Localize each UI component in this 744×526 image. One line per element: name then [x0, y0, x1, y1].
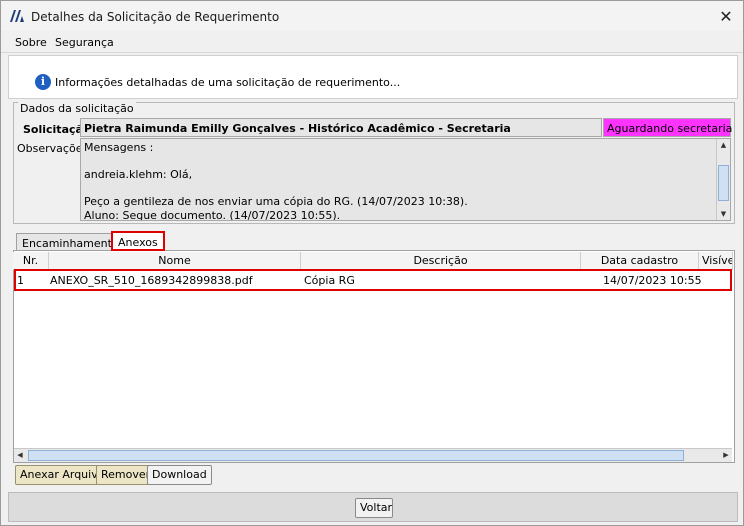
cell-data-cadastro: 14/07/2023 10:55	[603, 274, 702, 287]
observacoes-textarea[interactable]: Mensagens : andreia.klehm: Olá, Peço a g…	[80, 138, 731, 221]
solicitacao-field: Pietra Raimunda Emilly Gonçalves - Histó…	[80, 118, 602, 137]
scroll-down-icon[interactable]: ▼	[717, 208, 730, 220]
info-text: Informações detalhadas de uma solicitaçã…	[55, 76, 401, 89]
dados-legend: Dados da solicitação	[18, 102, 136, 115]
table-row[interactable]: 1 ANEXO_SR_510_1689342899838.pdf Cópia R…	[14, 269, 732, 291]
status-badge: Aguardando secretaria	[603, 118, 732, 137]
column-header-nome[interactable]: Nome	[49, 252, 301, 270]
menu-item-seguranca[interactable]: Segurança	[55, 36, 114, 49]
title-bar: Detalhes da Solicitação de Requerimento …	[1, 1, 743, 31]
cell-nome: ANEXO_SR_510_1689342899838.pdf	[50, 274, 253, 287]
column-header-visivel[interactable]: Visível	[699, 252, 733, 270]
window-title: Detalhes da Solicitação de Requerimento	[31, 10, 280, 24]
scroll-left-icon[interactable]: ◀	[14, 449, 26, 462]
window: Detalhes da Solicitação de Requerimento …	[0, 0, 744, 526]
close-icon[interactable]: ✕	[715, 5, 737, 27]
cell-descricao: Cópia RG	[304, 274, 355, 287]
scroll-thumb[interactable]	[28, 450, 684, 461]
tab-anexos[interactable]: Anexos	[111, 231, 165, 251]
observacoes-vertical-scrollbar[interactable]: ▲ ▼	[716, 139, 730, 220]
column-header-descricao[interactable]: Descrição	[301, 252, 581, 270]
menu-item-sobre[interactable]: Sobre	[15, 36, 47, 49]
table-horizontal-scrollbar[interactable]: ◀ ▶	[14, 448, 732, 462]
voltar-button[interactable]: Voltar	[355, 498, 393, 518]
scroll-up-icon[interactable]: ▲	[717, 139, 730, 151]
info-header: i Informações detalhadas de uma solicita…	[8, 55, 738, 99]
cell-nr: 1	[17, 274, 24, 287]
column-header-data-cadastro[interactable]: Data cadastro	[581, 252, 699, 270]
scroll-thumb[interactable]	[718, 165, 729, 201]
table-header: Nr. Nome Descrição Data cadastro Visível	[13, 252, 733, 270]
download-button[interactable]: Download	[147, 465, 212, 485]
menu-bar: Sobre Segurança	[1, 31, 743, 53]
column-header-nr[interactable]: Nr.	[13, 252, 49, 270]
observacoes-text: Mensagens : andreia.klehm: Olá, Peço a g…	[84, 141, 468, 221]
info-icon: i	[35, 74, 51, 90]
app-logo-icon	[10, 10, 24, 22]
scroll-right-icon[interactable]: ▶	[720, 449, 732, 462]
